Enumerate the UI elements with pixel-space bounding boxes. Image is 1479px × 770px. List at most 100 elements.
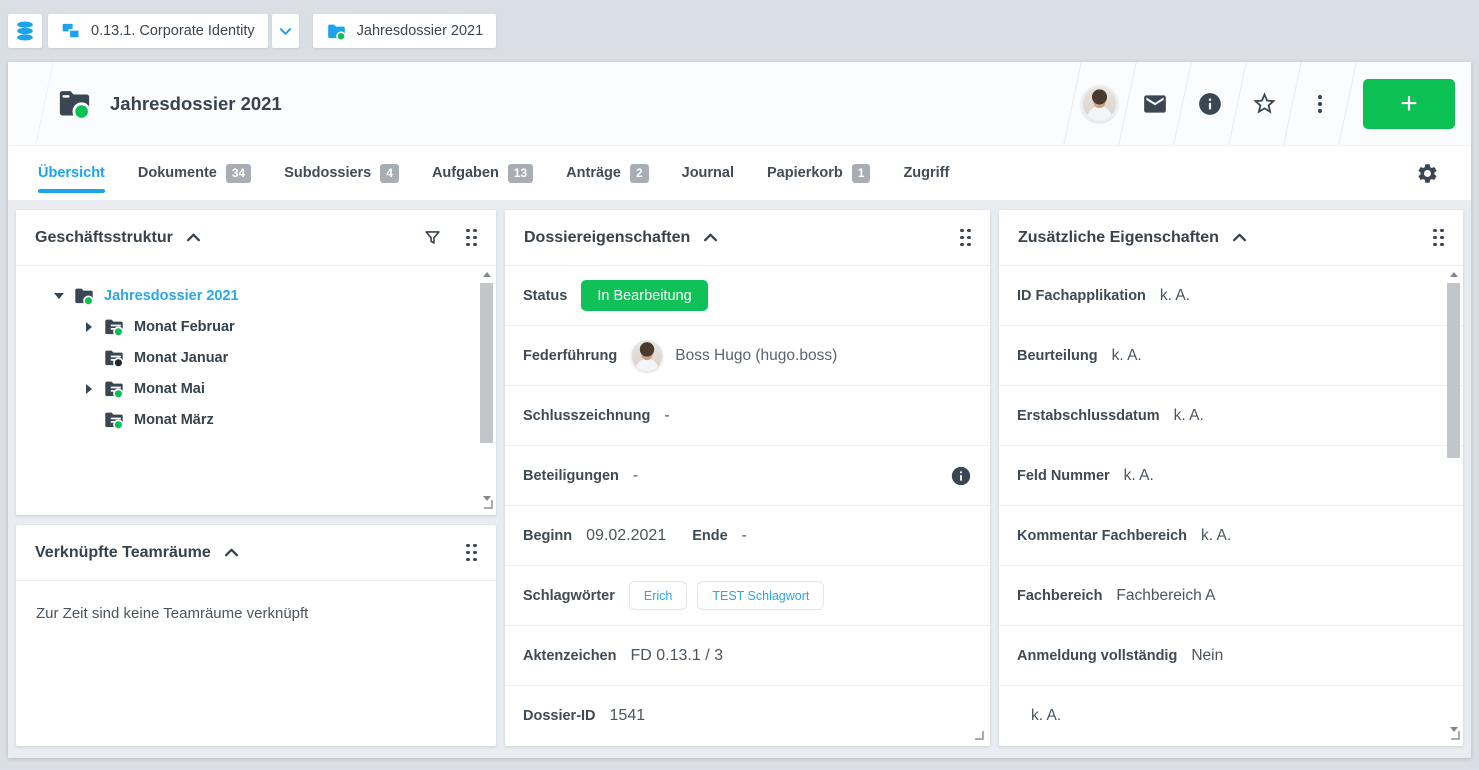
- tab-label: Subdossiers: [284, 165, 371, 181]
- property-label: Erstabschlussdatum: [1017, 408, 1160, 424]
- info-icon: [1197, 91, 1223, 117]
- panel-collapse-toggle[interactable]: Dossiereigenschaften: [524, 229, 718, 247]
- caret-down-icon[interactable]: [54, 293, 64, 299]
- breadcrumb-dossier-chip[interactable]: Jahresdossier 2021: [313, 14, 497, 48]
- structure-tree: Jahresdossier 2021 Monat Februar: [16, 266, 496, 435]
- panel-scrollbar[interactable]: [1446, 269, 1461, 743]
- scrollbar-thumb[interactable]: [1447, 283, 1460, 458]
- tree-item-label: Monat Mai: [134, 381, 205, 397]
- panel-dossiereigenschaften: Dossiereigenschaften Status In Bearbeitu…: [505, 210, 990, 746]
- property-value: Fachbereich A: [1116, 587, 1215, 605]
- tab-count-badge: 13: [508, 164, 533, 183]
- property-value: k. A.: [1160, 287, 1190, 305]
- caret-right-icon[interactable]: [86, 384, 92, 394]
- property-label: Status: [523, 288, 567, 304]
- property-label: Anmeldung vollständig: [1017, 648, 1177, 664]
- participations-info-button[interactable]: [950, 465, 972, 487]
- user-avatar-button[interactable]: [1072, 62, 1127, 145]
- tab-label: Anträge: [566, 165, 621, 181]
- scrollbar-thumb[interactable]: [480, 283, 493, 443]
- tree-item-monat-maerz[interactable]: Monat März: [16, 404, 496, 435]
- caret-right-icon[interactable]: [86, 322, 92, 332]
- property-label: ID Fachapplikation: [1017, 288, 1146, 304]
- database-icon: [14, 20, 36, 42]
- keyword-tag[interactable]: TEST Schlagwort: [697, 581, 824, 610]
- panel-title: Verknüpfte Teamräume: [35, 544, 211, 562]
- chevron-up-icon: [703, 233, 718, 242]
- settings-button[interactable]: [1416, 146, 1439, 200]
- more-menu-button[interactable]: [1292, 62, 1347, 145]
- mail-icon: [1142, 91, 1168, 117]
- add-button[interactable]: +: [1363, 79, 1455, 129]
- property-row-status: Status In Bearbeitung: [505, 266, 990, 326]
- kebab-icon: [1308, 92, 1332, 116]
- resize-handle[interactable]: [484, 500, 493, 509]
- tree-item-label: Monat März: [134, 412, 214, 428]
- chevron-up-icon: [224, 548, 239, 557]
- lead-user-link[interactable]: Boss Hugo (hugo.boss): [675, 347, 837, 365]
- main-window: Jahresdossier 2021: [8, 62, 1471, 758]
- subdossier-folder-icon-closed: [103, 347, 125, 369]
- tab-dokumente[interactable]: Dokumente 34: [138, 146, 251, 200]
- property-value: k. A.: [1112, 347, 1142, 365]
- panel-collapse-toggle[interactable]: Zusätzliche Eigenschaften: [1018, 229, 1247, 247]
- tree-item-monat-januar[interactable]: Monat Januar: [16, 342, 496, 373]
- keyword-tag[interactable]: Erich: [629, 581, 687, 610]
- panel-title: Zusätzliche Eigenschaften: [1018, 229, 1219, 247]
- info-button[interactable]: [1182, 62, 1237, 145]
- tab-label: Zugriff: [903, 165, 949, 181]
- tree-item-label: Monat Januar: [134, 350, 228, 366]
- property-label: Ende: [692, 528, 727, 544]
- tree-item-jahresdossier-2021[interactable]: Jahresdossier 2021: [16, 280, 496, 311]
- property-row: Beurteilung k. A.: [999, 326, 1463, 386]
- tab-antraege[interactable]: Anträge 2: [566, 146, 648, 200]
- breadcrumb-dossier-label: Jahresdossier 2021: [357, 23, 484, 39]
- tab-count-badge: 34: [226, 164, 251, 183]
- tab-papierkorb[interactable]: Papierkorb 1: [767, 146, 870, 200]
- property-row: Anmeldung vollständig Nein: [999, 626, 1463, 686]
- tree-item-label: Monat Februar: [134, 319, 235, 335]
- tab-count-badge: 4: [380, 164, 399, 183]
- subdossier-folder-icon: [103, 378, 125, 400]
- property-row-beteiligungen: Beteiligungen -: [505, 446, 990, 506]
- property-label: Federführung: [523, 348, 617, 364]
- tab-label: Aufgaben: [432, 165, 499, 181]
- resize-handle[interactable]: [1451, 731, 1460, 740]
- dossier-folder-icon: [73, 285, 95, 307]
- favorite-button[interactable]: [1237, 62, 1292, 145]
- panel-collapse-toggle[interactable]: Verknüpfte Teamräume: [35, 544, 239, 562]
- dashboard-content: Geschäftsstruktur: [8, 200, 1471, 758]
- drag-handle-icon[interactable]: [960, 229, 971, 247]
- tab-count-badge: 1: [852, 164, 871, 183]
- tab-journal[interactable]: Journal: [682, 146, 734, 200]
- dossier-header: Jahresdossier 2021: [8, 62, 1471, 145]
- tab-uebersicht[interactable]: Übersicht: [38, 146, 105, 200]
- breadcrumb-position-chip[interactable]: 0.13.1. Corporate Identity: [48, 14, 268, 48]
- property-row: Erstabschlussdatum k. A.: [999, 386, 1463, 446]
- filter-icon[interactable]: [423, 228, 442, 247]
- tree-scrollbar[interactable]: [479, 269, 494, 512]
- tab-label: Dokumente: [138, 165, 217, 181]
- mail-button[interactable]: [1127, 62, 1182, 145]
- property-value: -: [664, 407, 669, 425]
- property-value: k. A.: [1201, 527, 1231, 545]
- gear-icon: [1416, 162, 1439, 185]
- avatar: [1081, 85, 1118, 122]
- status-badge: In Bearbeitung: [581, 280, 707, 311]
- breadcrumb-expand-chip[interactable]: [272, 14, 299, 48]
- property-value: 1541: [610, 707, 646, 725]
- tree-item-monat-mai[interactable]: Monat Mai: [16, 373, 496, 404]
- chevron-up-icon: [186, 233, 201, 242]
- scroll-up-icon[interactable]: [1450, 272, 1458, 277]
- drag-handle-icon[interactable]: [466, 229, 477, 247]
- panel-collapse-toggle[interactable]: Geschäftsstruktur: [35, 229, 201, 247]
- tab-aufgaben[interactable]: Aufgaben 13: [432, 146, 533, 200]
- drag-handle-icon[interactable]: [1433, 229, 1444, 247]
- home-database-chip[interactable]: [8, 14, 42, 48]
- drag-handle-icon[interactable]: [466, 544, 477, 562]
- tab-zugriff[interactable]: Zugriff: [903, 146, 949, 200]
- tree-item-monat-februar[interactable]: Monat Februar: [16, 311, 496, 342]
- scroll-up-icon[interactable]: [483, 272, 491, 277]
- resize-handle[interactable]: [975, 731, 984, 740]
- tab-subdossiers[interactable]: Subdossiers 4: [284, 146, 399, 200]
